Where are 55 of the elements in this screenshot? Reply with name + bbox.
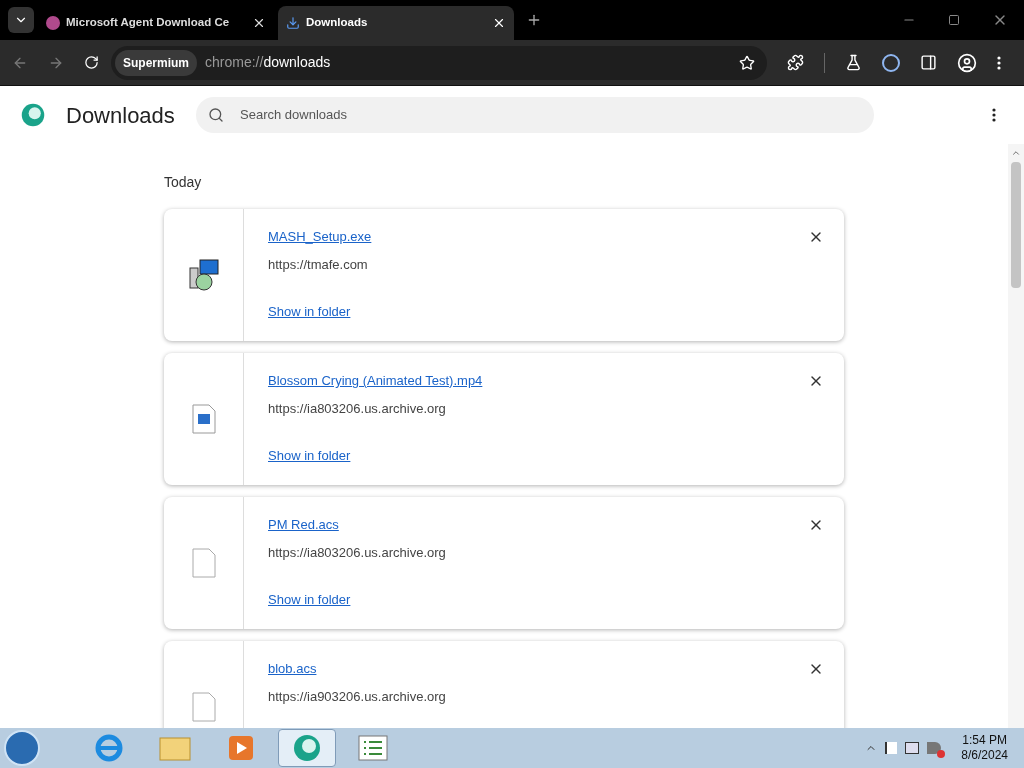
address-bar[interactable]: Supermium chrome://downloads <box>111 45 767 80</box>
browser-e-icon <box>94 733 124 763</box>
start-button[interactable] <box>4 730 40 766</box>
profile-icon <box>957 52 977 73</box>
reload-icon <box>84 55 99 70</box>
close-tab-icon <box>492 16 506 30</box>
show-in-folder-link[interactable]: Show in folder <box>268 302 351 322</box>
menu-icon[interactable] <box>997 55 1001 70</box>
file-name-link[interactable]: PM Red.acs <box>268 515 339 535</box>
file-name-link[interactable]: MASH_Setup.exe <box>268 227 372 247</box>
installer-icon <box>187 258 220 292</box>
new-tab-icon <box>526 12 542 28</box>
restore-icon <box>948 14 960 26</box>
source-url: https://ia903206.us.archive.org <box>268 687 446 706</box>
search-field[interactable]: Search downloads <box>196 97 874 133</box>
scroll-up-icon[interactable] <box>1011 148 1021 158</box>
search-icon <box>208 107 224 123</box>
tab-list-button[interactable] <box>8 7 34 33</box>
folder-icon <box>159 734 191 762</box>
file-name-link[interactable]: blob.acs <box>268 659 317 679</box>
scrollbar[interactable] <box>1008 144 1024 728</box>
browser-tab[interactable]: Downloads <box>278 6 514 40</box>
download-icon <box>286 16 300 30</box>
browser-name-chip: Supermium <box>115 49 197 76</box>
clock-time: 1:54 PM <box>962 733 1007 748</box>
file-icon <box>191 692 216 722</box>
clock-date: 8/6/2024 <box>961 748 1008 763</box>
browser-tab[interactable]: Microsoft Agent Download Ce <box>38 6 274 40</box>
show-in-folder-link[interactable]: Show in folder <box>268 590 351 610</box>
file-name-link[interactable]: Blossom Crying (Animated Test).mp4 <box>268 371 483 391</box>
taskbar-app-button[interactable] <box>278 729 336 767</box>
page-title: Downloads <box>66 101 176 130</box>
url-text: chrome://downloads <box>205 53 332 72</box>
more-options-icon[interactable] <box>992 108 996 122</box>
close-tab-icon <box>252 16 266 30</box>
list-icon <box>358 735 388 761</box>
source-url: https://ia803206.us.archive.org <box>268 399 446 418</box>
bookmark-star-icon <box>739 54 755 71</box>
search-input[interactable]: Search downloads <box>240 105 862 125</box>
source-url: https://tmafe.com <box>268 255 368 274</box>
network-icon <box>905 742 920 754</box>
file-icon <box>191 548 216 578</box>
source-url: https://ia803206.us.archive.org <box>268 543 446 562</box>
section-heading: Today <box>164 173 203 192</box>
show-in-folder-link[interactable]: Show in folder <box>268 446 351 466</box>
scrollbar-thumb[interactable] <box>1011 162 1021 288</box>
app-logo-icon <box>292 733 322 763</box>
video-file-icon <box>191 404 216 434</box>
site-favicon-icon <box>46 16 60 30</box>
side-panel-icon <box>920 54 937 71</box>
download-progress-icon <box>882 53 900 72</box>
app-logo-icon <box>20 102 46 128</box>
extensions-icon <box>787 54 804 71</box>
flask-icon <box>845 54 862 71</box>
media-player-icon <box>228 735 254 761</box>
